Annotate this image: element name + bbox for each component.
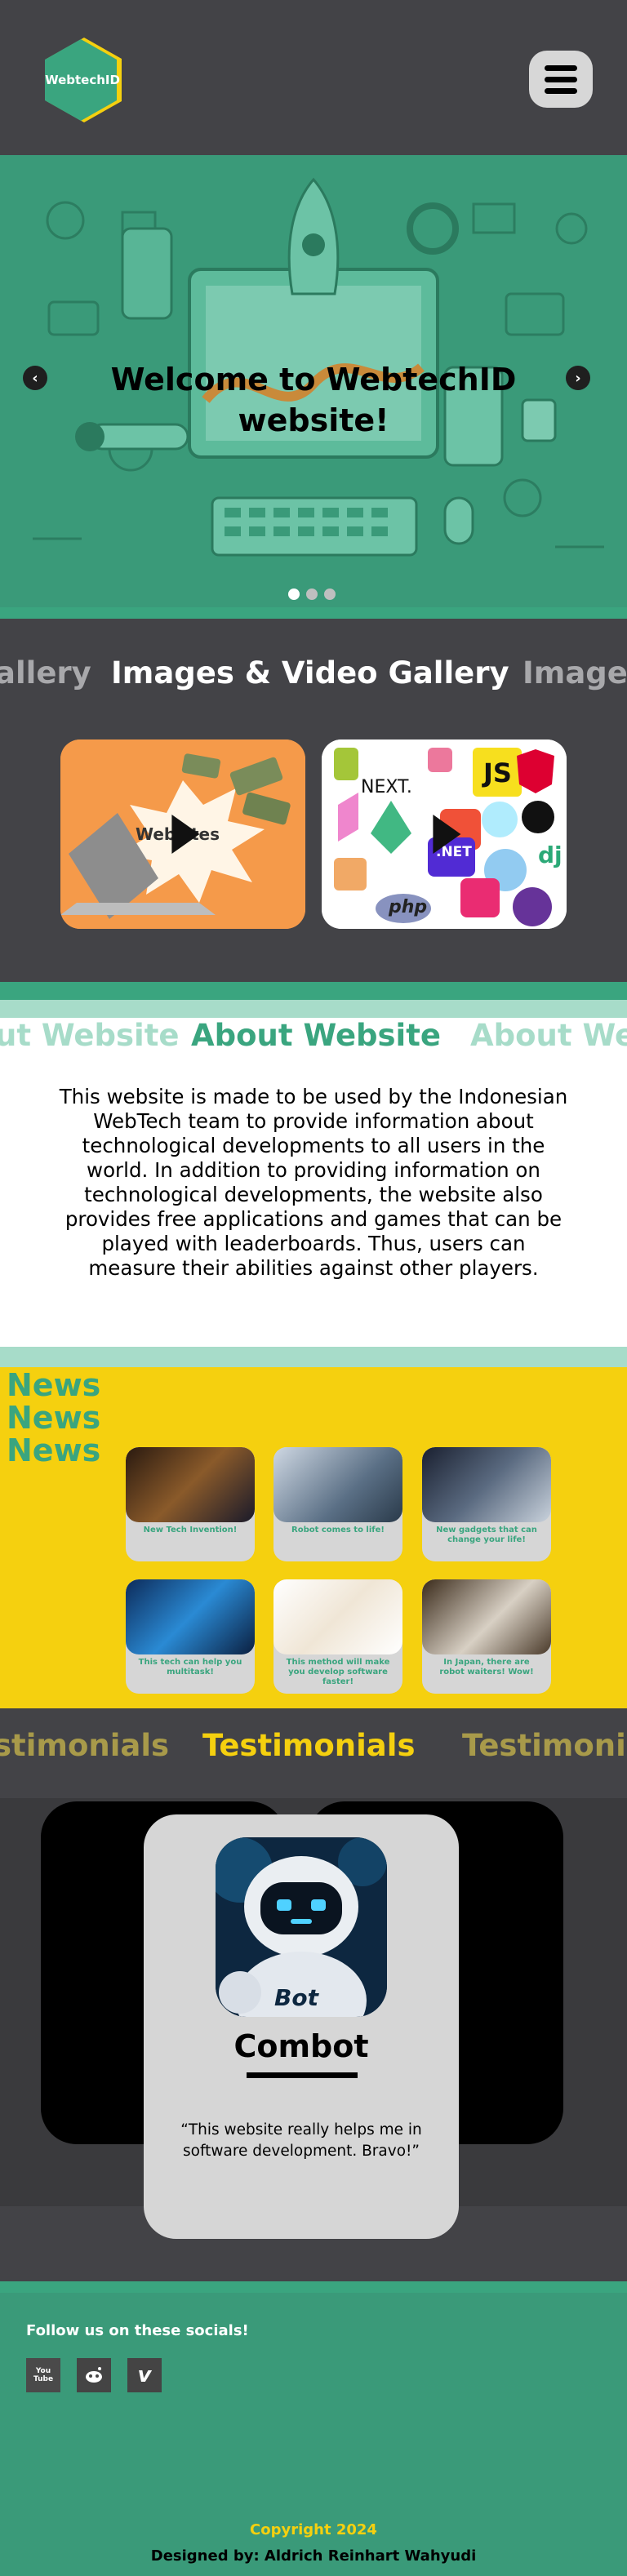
- site-footer: Follow us on these socials! You Tube v C…: [0, 2293, 627, 2576]
- about-divider: [0, 1347, 627, 1367]
- marquee-text: allery: [0, 655, 91, 691]
- news-image: [422, 1579, 551, 1654]
- logo-label: JS: [483, 757, 512, 788]
- site-header: WebtechID: [0, 0, 627, 155]
- news-caption: Robot comes to life!: [291, 1526, 385, 1534]
- gallery-video-card[interactable]: Websites: [60, 739, 305, 929]
- carousel-dot[interactable]: [324, 588, 336, 600]
- news-card[interactable]: This method will make you develop softwa…: [273, 1579, 402, 1694]
- chevron-left-icon: ‹: [32, 369, 38, 387]
- testimonials-heading: Testimonials: [202, 1728, 416, 1763]
- carousel-indicators: [288, 588, 336, 600]
- news-caption: In Japan, there are robot waiters! Wow!: [439, 1658, 534, 1677]
- about-divider: [0, 1000, 627, 1018]
- news-card[interactable]: This tech can help you multitask!: [126, 1579, 255, 1694]
- marquee-text: About We: [470, 1018, 627, 1053]
- chevron-right-icon: ›: [575, 369, 581, 387]
- news-card[interactable]: New Tech Invention!: [126, 1447, 255, 1561]
- news-image: [126, 1579, 255, 1654]
- about-divider: [0, 982, 627, 1000]
- news-section: News News News New Tech Invention! Robot…: [0, 1367, 627, 1708]
- logo-label: php: [389, 897, 428, 917]
- news-caption: This method will make you develop softwa…: [286, 1658, 390, 1686]
- gallery-section: allery Images & Video Gallery Image Webs…: [0, 619, 627, 982]
- testimonials-section: stimonials Testimonials Testimoni Bot Co…: [0, 1708, 627, 2281]
- reddit-icon[interactable]: [77, 2358, 111, 2392]
- avatar-text: Bot: [274, 1984, 318, 2011]
- avatar: Bot: [216, 1837, 387, 2017]
- news-caption: New Tech Invention!: [143, 1526, 238, 1534]
- news-heading: News: [7, 1400, 101, 1436]
- hero-divider: [0, 607, 627, 619]
- carousel-prev-button[interactable]: ‹: [23, 366, 47, 390]
- carousel-dot[interactable]: [288, 588, 300, 600]
- news-card[interactable]: Robot comes to life!: [273, 1447, 402, 1561]
- news-image: [126, 1447, 255, 1522]
- about-marquee: ut Website About Website About We: [0, 1018, 627, 1059]
- name-underline: [247, 2072, 358, 2078]
- play-icon[interactable]: [171, 815, 200, 854]
- marquee-text: ut Website: [0, 1018, 180, 1053]
- logo-label: dj: [538, 842, 563, 868]
- carousel-next-button[interactable]: ›: [566, 366, 590, 390]
- logo[interactable]: WebtechID: [37, 34, 128, 126]
- logo-label: NEXT.: [361, 777, 412, 797]
- gallery-marquee: allery Images & Video Gallery Image: [0, 655, 627, 704]
- marquee-text: Image: [522, 655, 627, 691]
- follow-text: Follow us on these socials!: [26, 2322, 249, 2339]
- gallery-heading: Images & Video Gallery: [111, 655, 509, 691]
- news-caption: This tech can help you multitask!: [138, 1658, 242, 1677]
- news-image: [273, 1579, 402, 1654]
- news-card[interactable]: New gadgets that can change your life!: [422, 1447, 551, 1561]
- news-image: [273, 1447, 402, 1522]
- marquee-text: Testimoni: [462, 1728, 626, 1763]
- youtube-label: You Tube: [33, 2367, 54, 2383]
- news-image: [422, 1447, 551, 1522]
- gallery-video-card[interactable]: NEXT. JS .NET dj php: [322, 739, 567, 929]
- about-section: ut Website About Website About We This w…: [0, 1018, 627, 1347]
- marquee-text: stimonials: [0, 1728, 170, 1763]
- play-icon[interactable]: [433, 815, 461, 854]
- menu-button[interactable]: [529, 51, 593, 108]
- testimonials-marquee: stimonials Testimonials Testimoni: [0, 1728, 627, 1777]
- news-caption: New gadgets that can change your life!: [436, 1526, 537, 1544]
- testimonial-name: Combot: [233, 2028, 369, 2064]
- footer-divider: [0, 2281, 627, 2293]
- news-card[interactable]: In Japan, there are robot waiters! Wow!: [422, 1579, 551, 1694]
- testimonial-card[interactable]: Bot Combot “This website really helps me…: [144, 1814, 459, 2239]
- hamburger-menu-icon: [545, 64, 577, 71]
- vimeo-icon[interactable]: v: [127, 2358, 162, 2392]
- hero-carousel: Welcome to WebtechID website! ‹ ›: [0, 155, 627, 612]
- news-heading: News: [7, 1367, 101, 1403]
- copyright-text: Copyright 2024: [250, 2521, 377, 2538]
- about-heading: About Website: [191, 1018, 442, 1053]
- youtube-icon[interactable]: You Tube: [26, 2358, 60, 2392]
- designed-by-text: Designed by: Aldrich Reinhart Wahyudi: [150, 2547, 477, 2565]
- carousel-dot[interactable]: [306, 588, 318, 600]
- news-heading: News: [7, 1432, 101, 1468]
- logo-text: WebtechID: [45, 73, 120, 87]
- testimonial-quote: “This website really helps me in softwar…: [180, 2121, 422, 2160]
- about-text: This website is made to be used by the I…: [59, 1085, 568, 1280]
- hero-title: Welcome to WebtechID website!: [110, 362, 517, 438]
